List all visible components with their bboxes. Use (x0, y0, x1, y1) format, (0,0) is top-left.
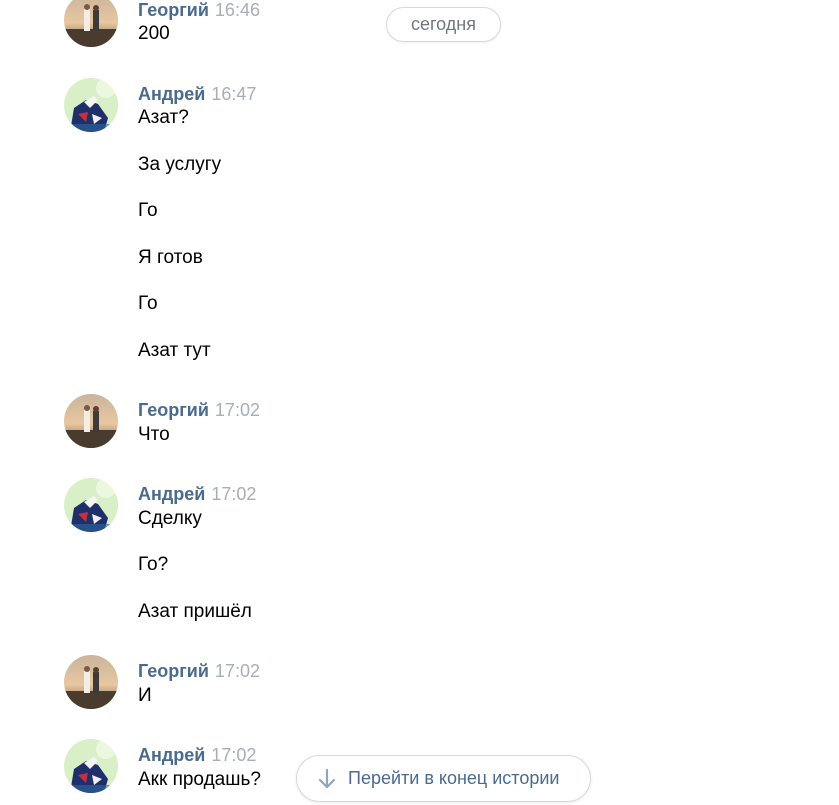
chat-history: Георгий 16:46 200 Андрей 16:47 Азат? За ус… (0, 0, 839, 805)
message-time[interactable]: 16:46 (215, 0, 260, 20)
avatar[interactable] (64, 0, 118, 47)
message-text: 200 (138, 23, 170, 44)
avatar[interactable] (64, 655, 118, 709)
author-name[interactable]: Андрей (138, 484, 205, 504)
message-header: Андрей 17:02 (138, 745, 256, 765)
message-text: И (138, 685, 152, 706)
avatar[interactable] (64, 478, 118, 532)
message-text: Азат тут (138, 340, 211, 361)
author-name[interactable]: Георгий (138, 661, 209, 681)
author-name[interactable]: Георгий (138, 400, 209, 420)
message-text: Го? (138, 554, 169, 575)
message-header: Андрей 17:02 (138, 484, 256, 504)
message-text: Азат? (138, 107, 189, 128)
author-name[interactable]: Андрей (138, 84, 205, 104)
author-name[interactable]: Георгий (138, 0, 209, 20)
arrow-down-icon (317, 767, 337, 791)
message-time[interactable]: 17:02 (211, 745, 256, 765)
message-header: Андрей 16:47 (138, 84, 256, 104)
message-text: Я готов (138, 247, 203, 268)
message-time[interactable]: 17:02 (215, 661, 260, 681)
message-header: Георгий 17:02 (138, 661, 260, 681)
avatar[interactable] (64, 739, 118, 793)
message-text: За услугу (138, 154, 222, 175)
jump-to-end-button[interactable]: Перейти в конец истории (296, 755, 591, 802)
avatar[interactable] (64, 78, 118, 132)
message-time[interactable]: 16:47 (211, 84, 256, 104)
avatar[interactable] (64, 394, 118, 448)
message-text: Акк продашь? (138, 769, 261, 790)
date-divider: сегодня (386, 7, 501, 42)
message-text: Го (138, 200, 158, 221)
jump-to-end-label: Перейти в конец истории (348, 768, 560, 788)
message-header: Георгий 16:46 (138, 0, 260, 20)
message-time[interactable]: 17:02 (211, 484, 256, 504)
message-text: Сделку (138, 508, 202, 529)
message-header: Георгий 17:02 (138, 400, 260, 420)
author-name[interactable]: Андрей (138, 745, 205, 765)
message-text: Азат пришёл (138, 601, 252, 622)
message-text: Что (138, 424, 170, 445)
message-text: Го (138, 293, 158, 314)
message-time[interactable]: 17:02 (215, 400, 260, 420)
